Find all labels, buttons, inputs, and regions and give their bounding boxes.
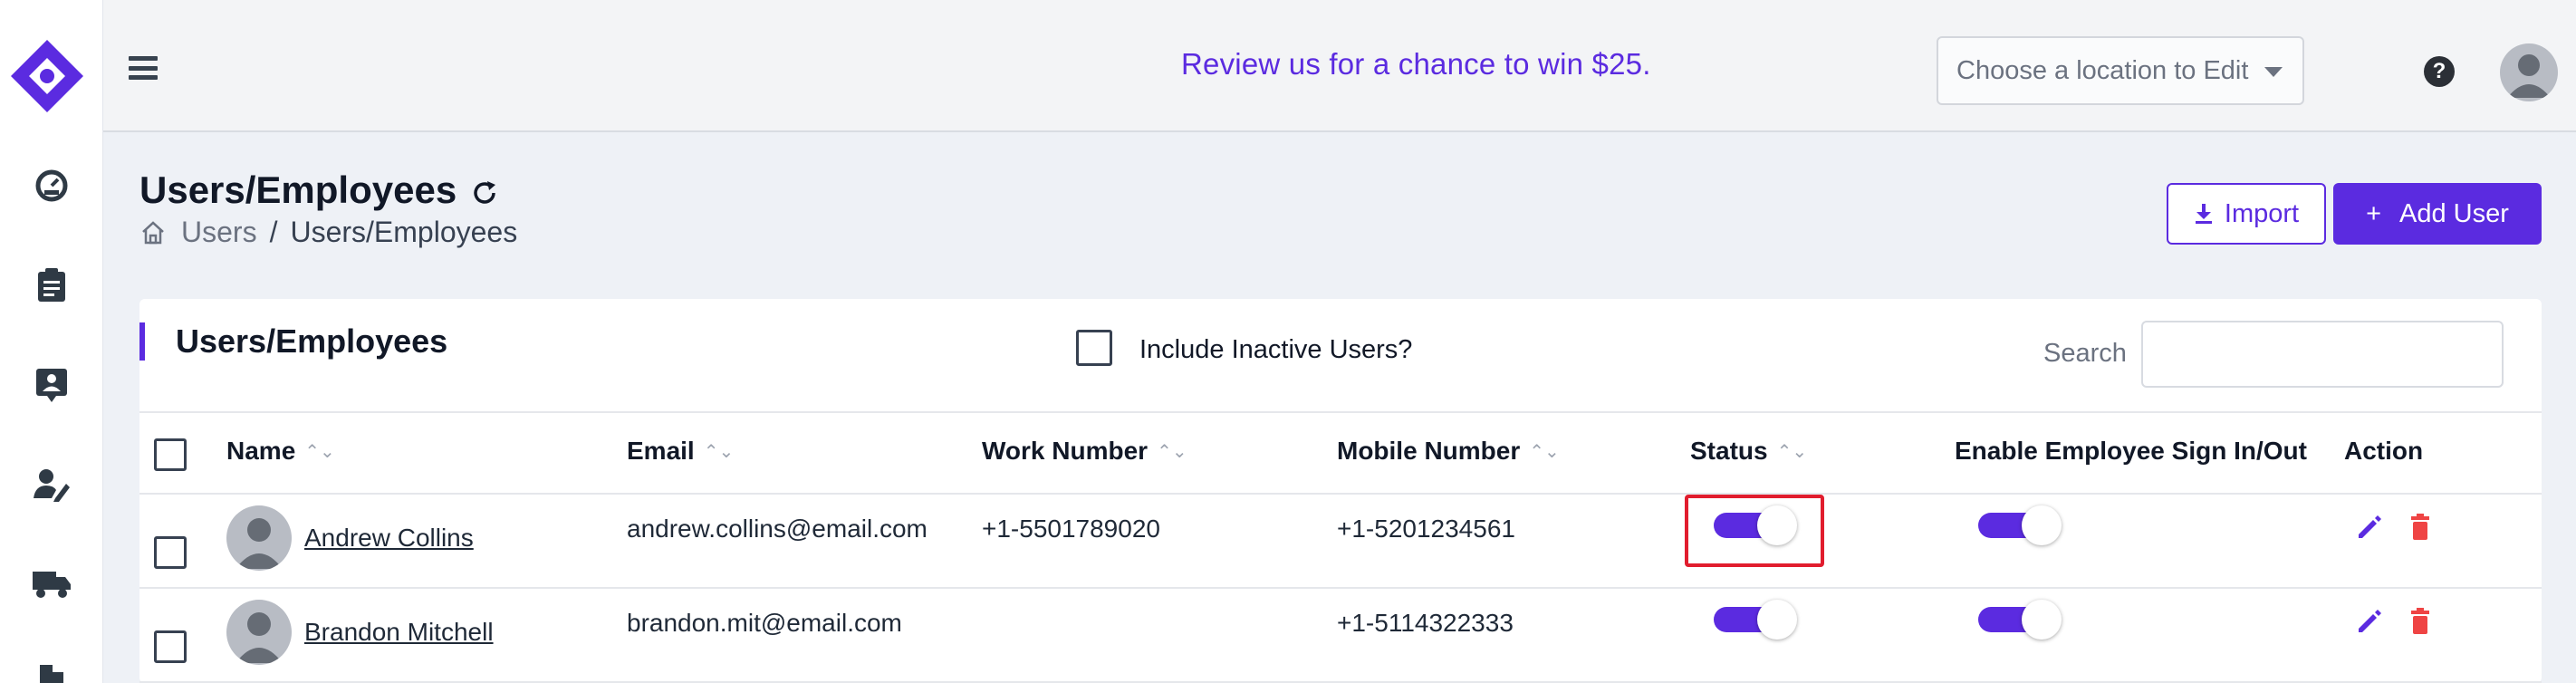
home-icon[interactable] [139, 219, 167, 246]
card-title: Users/Employees [176, 322, 448, 360]
clipboard-icon[interactable] [33, 266, 71, 304]
user-mobile-number: +1-5201234561 [1337, 515, 1515, 543]
user-name-link[interactable]: Andrew Collins [304, 524, 474, 553]
row-checkbox[interactable] [154, 536, 187, 569]
column-header-status[interactable]: Status ⌃⌄ [1690, 437, 1807, 466]
sort-icon: ⌃⌄ [304, 441, 335, 462]
sidebar [0, 0, 103, 683]
location-select-placeholder: Choose a location to Edit [1956, 55, 2249, 85]
users-card: Users/Employees Include Inactive Users? … [139, 299, 2542, 683]
user-email: brandon.mit@email.com [627, 609, 902, 637]
sort-icon: ⌃⌄ [1529, 441, 1560, 462]
sort-icon: ⌃⌄ [703, 441, 735, 462]
column-label: Email [627, 437, 695, 465]
avatar-icon [226, 505, 292, 571]
trash-icon[interactable] [2406, 607, 2435, 636]
promo-link[interactable]: Review us for a chance to win $25. [1181, 47, 1651, 82]
search-input[interactable] [2141, 321, 2504, 388]
sign-in-out-toggle[interactable] [1978, 600, 2062, 640]
table-header-divider [139, 411, 2542, 413]
truck-icon[interactable] [33, 565, 71, 603]
status-toggle[interactable] [1714, 600, 1797, 640]
page-title: Users/Employees [139, 168, 457, 211]
caret-down-icon [2264, 67, 2283, 77]
location-select[interactable]: Choose a location to Edit [1937, 36, 2304, 105]
refresh-icon[interactable] [469, 178, 500, 208]
building-icon[interactable] [33, 659, 71, 683]
user-work-number: +1-5501789020 [982, 515, 1160, 543]
select-all-checkbox[interactable] [154, 438, 187, 471]
highlight-box [1685, 495, 1824, 567]
top-bar: Review us for a chance to win $25. Choos… [103, 0, 2576, 132]
edit-icon[interactable] [2355, 513, 2384, 542]
import-label: Import [2224, 198, 2300, 228]
user-edit-icon[interactable] [33, 466, 71, 504]
user-name-link[interactable]: Brandon Mitchell [304, 618, 494, 647]
sign-in-out-toggle[interactable] [1978, 505, 2062, 545]
column-label: Enable Employee Sign In/Out [1955, 437, 2307, 465]
breadcrumb-separator: / [269, 216, 278, 248]
user-mobile-number: +1-5114322333 [1337, 609, 1514, 637]
include-inactive-checkbox[interactable] [1076, 330, 1112, 366]
breadcrumb-current: Users/Employees [290, 216, 518, 248]
column-label: Status [1690, 437, 1768, 465]
avatar-icon [226, 600, 292, 665]
column-label: Mobile Number [1337, 437, 1521, 465]
column-label: Action [2344, 437, 2424, 465]
contact-card-icon[interactable] [33, 366, 71, 404]
include-inactive-label[interactable]: Include Inactive Users? [1139, 335, 1412, 365]
breadcrumb-users-link[interactable]: Users [181, 216, 257, 249]
add-user-label: Add User [2399, 198, 2509, 228]
sort-icon: ⌃⌄ [1776, 441, 1808, 462]
column-label: Name [226, 437, 296, 465]
dashboard-icon[interactable] [33, 167, 71, 205]
download-icon [2195, 204, 2212, 224]
column-header-sign-in-out: Enable Employee Sign In/Out [1955, 437, 2307, 466]
avatar-icon[interactable] [2500, 43, 2558, 101]
column-header-work-number[interactable]: Work Number ⌃⌄ [982, 437, 1187, 466]
plus-icon: + [2366, 198, 2382, 228]
import-button[interactable]: Import [2167, 183, 2326, 245]
row-checkbox[interactable] [154, 630, 187, 663]
toggle-knob [1757, 600, 1797, 640]
row-divider [139, 587, 2542, 589]
trash-icon[interactable] [2406, 513, 2435, 542]
toggle-knob [2022, 505, 2062, 545]
column-label: Work Number [982, 437, 1149, 465]
column-header-mobile-number[interactable]: Mobile Number ⌃⌄ [1337, 437, 1560, 466]
column-header-name[interactable]: Name ⌃⌄ [226, 437, 335, 466]
breadcrumb: Users / Users/Employees [139, 216, 517, 249]
user-email: andrew.collins@email.com [627, 515, 928, 543]
column-header-email[interactable]: Email ⌃⌄ [627, 437, 734, 466]
add-user-button[interactable]: + Add User [2333, 183, 2542, 245]
search-label: Search [2043, 339, 2127, 368]
column-header-action: Action [2344, 437, 2423, 466]
menu-icon[interactable] [129, 56, 158, 80]
edit-icon[interactable] [2355, 607, 2384, 636]
card-accent-bar [139, 322, 145, 361]
row-divider [139, 493, 2542, 495]
help-icon[interactable]: ? [2424, 56, 2455, 87]
toggle-knob [2022, 600, 2062, 640]
logo-icon[interactable] [7, 36, 87, 116]
sort-icon: ⌃⌄ [1157, 441, 1187, 462]
